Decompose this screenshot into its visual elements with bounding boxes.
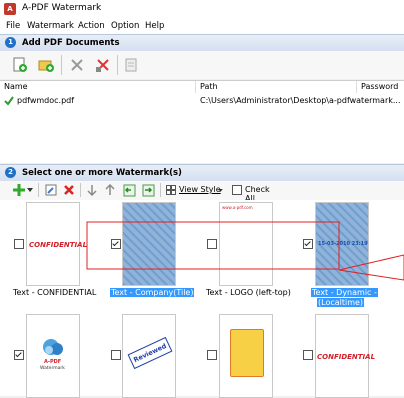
section-number: 2	[5, 167, 16, 178]
toolbar-separator	[160, 183, 161, 197]
thumb-text-2: Watermark	[40, 366, 65, 371]
view-style-icon	[166, 185, 176, 195]
column-header-name[interactable]: Name	[0, 81, 196, 93]
file-name: pdfwmdoc.pdf	[17, 96, 75, 105]
check-all-box[interactable]	[232, 185, 242, 195]
toolbar-separator	[117, 55, 118, 75]
menu-action[interactable]: Action	[78, 21, 105, 31]
view-style-button[interactable]: View Style	[164, 183, 226, 197]
watermark-checkbox[interactable]	[14, 350, 24, 360]
watermark-checkbox[interactable]	[207, 350, 217, 360]
move-down-button[interactable]	[83, 181, 101, 199]
view-style-label: View Style	[179, 185, 221, 194]
menu-watermark[interactable]: Watermark	[27, 21, 74, 31]
add-dropdown-button[interactable]	[25, 181, 35, 199]
plus-icon	[13, 184, 25, 196]
menu-help[interactable]: Help	[145, 21, 164, 31]
pdf-file-list[interactable]: Name Path Password pdfwmdoc.pdf C:\Users…	[0, 80, 404, 163]
import-button[interactable]	[120, 181, 138, 199]
delete-icon	[64, 185, 74, 195]
remove-all-icon	[96, 59, 109, 72]
watermark-thumbnail[interactable]: CONFIDENTIAL	[315, 314, 375, 398]
title-bar: A A-PDF Watermark	[0, 0, 404, 18]
chevron-down-icon	[218, 189, 223, 192]
delete-watermark-button[interactable]	[60, 181, 78, 199]
add-folder-icon	[38, 60, 54, 72]
section-add-pdf-header: 1 Add PDF Documents	[0, 34, 404, 52]
thumb-text: CONFIDENTIAL	[317, 353, 376, 361]
arrow-down-icon	[87, 185, 97, 196]
add-file-icon	[13, 57, 27, 72]
reviewed-stamp: Reviewed	[127, 336, 173, 370]
export-icon	[142, 184, 154, 196]
watermark-checkbox[interactable]	[303, 350, 313, 360]
app-icon: A	[4, 3, 16, 15]
toolbar-separator	[80, 183, 81, 197]
column-header-path[interactable]: Path	[196, 81, 357, 93]
add-file-button[interactable]	[9, 54, 31, 76]
red-annotation	[86, 221, 404, 281]
watermark-thumbnail[interactable]	[219, 314, 273, 398]
section-number: 1	[5, 37, 16, 48]
properties-button[interactable]	[120, 54, 142, 76]
move-up-button[interactable]	[101, 181, 119, 199]
section-title: Select one or more Watermark(s)	[22, 168, 182, 178]
remove-icon	[71, 59, 83, 71]
edit-watermark-button[interactable]	[42, 181, 60, 199]
document-icon	[125, 58, 137, 72]
section-title: Add PDF Documents	[22, 38, 120, 48]
thumb-text: Reviewed	[132, 341, 168, 365]
check-icon	[4, 96, 14, 106]
watermark-checkbox[interactable]	[111, 350, 121, 360]
remove-all-button[interactable]	[92, 54, 114, 76]
thumb-text: A-PDF	[44, 359, 62, 365]
watermark-thumbnail[interactable]: A-PDF Watermark	[26, 314, 80, 398]
file-path: C:\Users\Administrator\Desktop\a-pdfwate…	[200, 96, 401, 105]
export-button[interactable]	[139, 181, 157, 199]
yellow-image-watermark	[230, 329, 264, 377]
watermark-toolbar: View Style Check All	[0, 181, 404, 203]
menu-bar: File Watermark Action Option Help	[0, 18, 404, 34]
menu-file[interactable]: File	[6, 21, 20, 31]
window-title: A-PDF Watermark	[22, 3, 102, 13]
section-watermark-header: 2 Select one or more Watermark(s)	[0, 164, 404, 182]
chevron-down-icon	[27, 188, 33, 192]
table-row[interactable]: pdfwmdoc.pdf C:\Users\Administrator\Desk…	[0, 95, 404, 107]
toolbar-separator	[61, 55, 62, 75]
column-header-password[interactable]: Password	[357, 81, 404, 93]
add-folder-button[interactable]	[35, 54, 57, 76]
remove-button[interactable]	[66, 54, 88, 76]
a-pdf-logo-icon	[43, 339, 63, 355]
edit-icon	[45, 184, 57, 196]
menu-option[interactable]: Option	[111, 21, 139, 31]
check-all-checkbox[interactable]: Check All	[232, 183, 278, 203]
arrow-up-icon	[105, 184, 115, 195]
import-icon	[123, 184, 135, 196]
document-toolbar	[0, 51, 404, 79]
watermark-thumbnail[interactable]: Reviewed	[122, 314, 176, 398]
watermark-grid: CONFIDENTIAL Text - CONFIDENTIAL Text - …	[0, 200, 404, 398]
toolbar-separator	[38, 183, 39, 197]
